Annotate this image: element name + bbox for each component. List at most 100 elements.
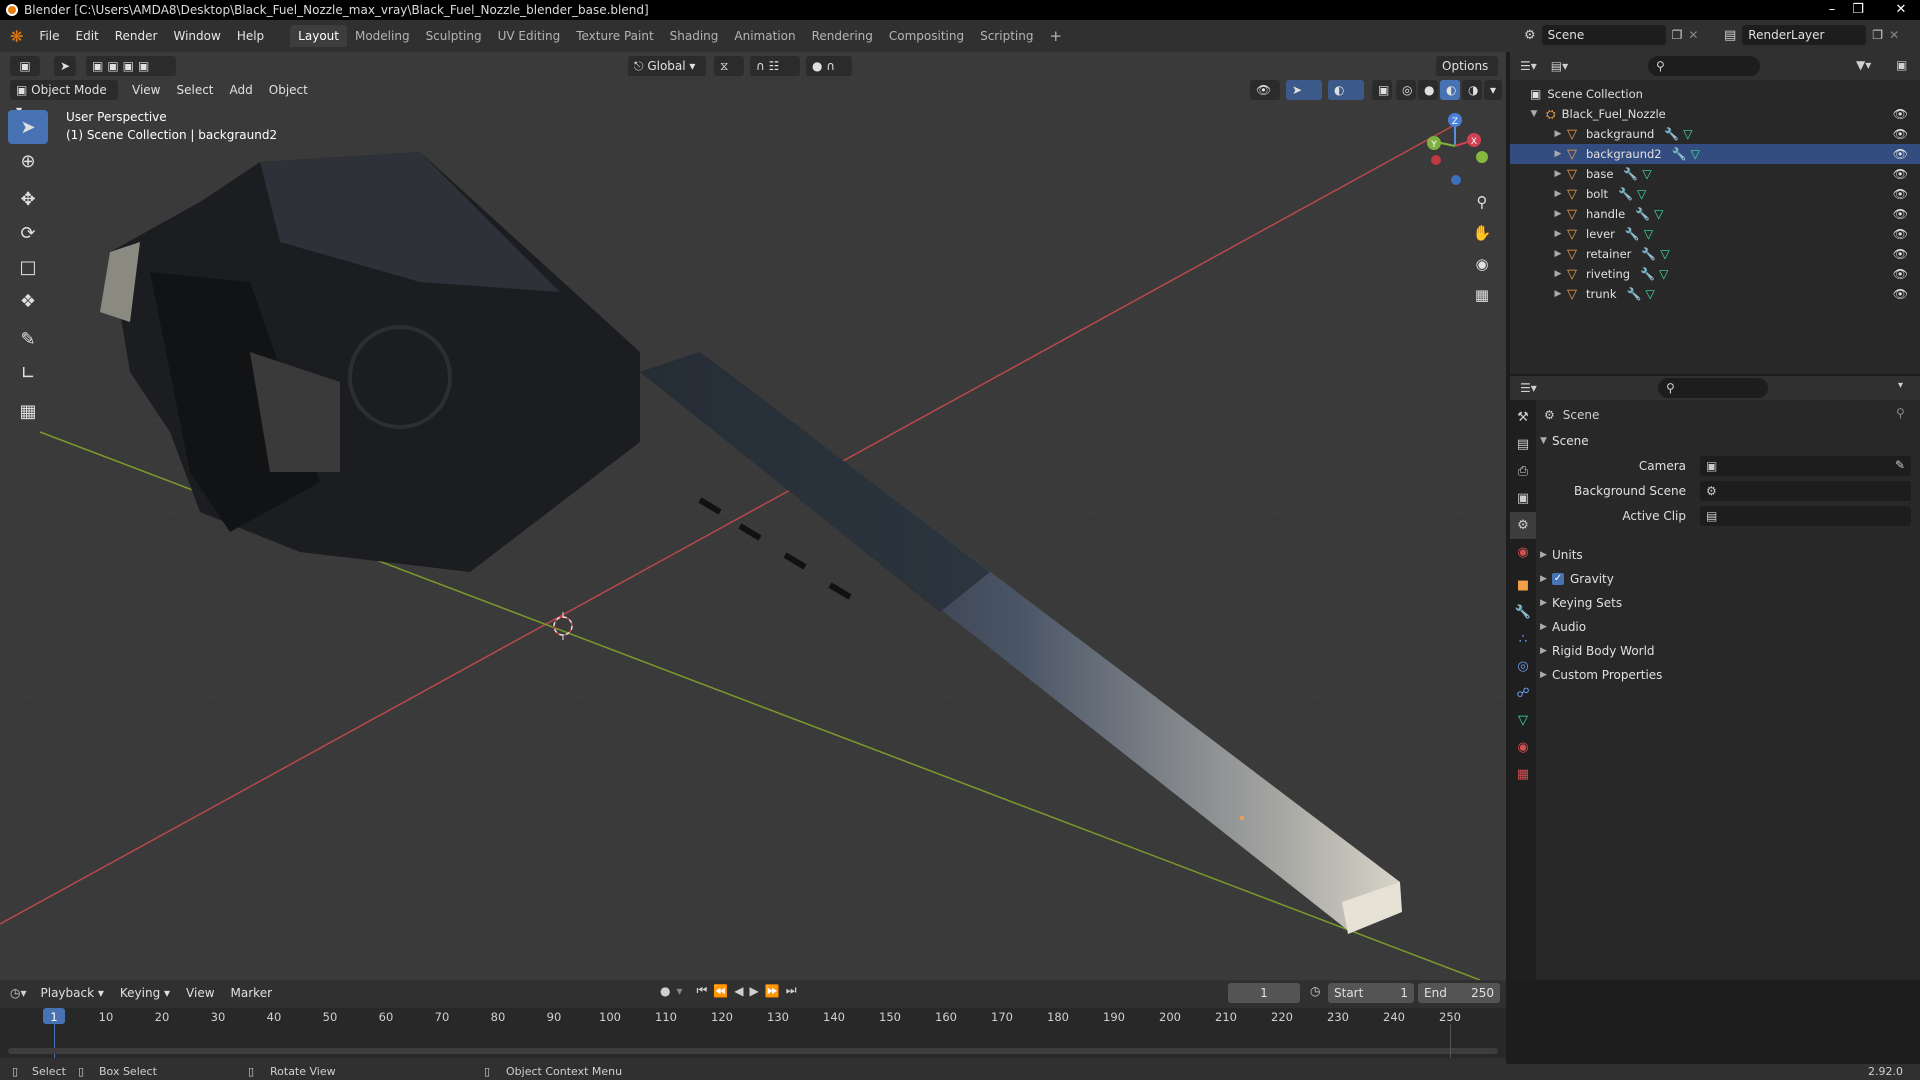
mesh-data-icon[interactable]: ▽	[1691, 147, 1700, 161]
data-tab-icon[interactable]: ▽	[1510, 707, 1536, 734]
visibility-eye-icon[interactable]: 👁	[1893, 107, 1908, 121]
rotate-tool[interactable]: ⟳	[8, 216, 48, 250]
modifier-icon[interactable]: 🔧	[1635, 207, 1650, 221]
tab-rendering[interactable]: Rendering	[804, 25, 881, 47]
menu-view[interactable]: View	[124, 83, 168, 97]
tab-scripting[interactable]: Scripting	[972, 25, 1041, 47]
add-cube-tool[interactable]: ▦	[8, 394, 48, 428]
expand-arrow-icon[interactable]: ▼	[1528, 109, 1540, 119]
expand-arrow-icon[interactable]: ▶	[1552, 209, 1564, 219]
modifier-icon[interactable]: 🔧	[1626, 287, 1641, 301]
proportional-edit-icon[interactable]: ● ∩	[806, 56, 852, 76]
expand-arrow-icon[interactable]: ▶	[1552, 129, 1564, 139]
delete-view-layer-icon[interactable]: ✕	[1889, 28, 1899, 42]
pin-icon[interactable]: ⚲	[1896, 406, 1905, 420]
tab-shading[interactable]: Shading	[662, 25, 727, 47]
texture-tab-icon[interactable]: ▦	[1510, 761, 1536, 788]
minimize-icon[interactable]: –	[1820, 0, 1844, 20]
rigid-body-world-panel-header[interactable]: ▶ Rigid Body World	[1540, 640, 1655, 662]
gizmo-neg-z[interactable]	[1451, 175, 1461, 185]
measure-tool[interactable]: ∟	[8, 356, 48, 390]
modifier-icon[interactable]: 🔧	[1640, 267, 1655, 281]
mesh-data-icon[interactable]: ▽	[1645, 287, 1654, 301]
tab-texture-paint[interactable]: Texture Paint	[568, 25, 661, 47]
transform-tool[interactable]: ❖	[8, 284, 48, 318]
select-box-tool[interactable]: ➤	[8, 110, 48, 144]
select-tool-icon[interactable]: ➤	[54, 56, 76, 76]
record-icon[interactable]: ●	[660, 984, 670, 998]
mesh-data-icon[interactable]: ▽	[1642, 167, 1651, 181]
mesh-data-icon[interactable]: ▽	[1683, 127, 1692, 141]
collection-row[interactable]: ▼ ⛭ Black_Fuel_Nozzle 👁	[1510, 104, 1920, 124]
timeline-scrollbar[interactable]	[8, 1048, 1498, 1054]
record-options-icon[interactable]: ▾	[676, 984, 682, 998]
move-tool[interactable]: ✥	[8, 182, 48, 216]
add-workspace-icon[interactable]: +	[1041, 25, 1070, 47]
current-frame-field[interactable]: 1	[1228, 983, 1300, 1003]
outliner-item[interactable]: ▶ ▽ lever 🔧 ▽ 👁	[1510, 224, 1920, 244]
shading-rendered-icon[interactable]: ◑	[1462, 80, 1482, 100]
menu-keying[interactable]: Keying ▾	[112, 986, 178, 1000]
modifier-tab-icon[interactable]: 🔧	[1510, 599, 1536, 626]
gizmo-neg-y[interactable]	[1476, 151, 1488, 163]
annotate-tool[interactable]: ✎	[8, 322, 48, 356]
outliner-item[interactable]: ▶ ▽ base 🔧 ▽ 👁	[1510, 164, 1920, 184]
constraints-tab-icon[interactable]: ☍	[1510, 680, 1536, 707]
zoom-icon[interactable]: ⚲	[1468, 188, 1496, 216]
expand-arrow-icon[interactable]: ▶	[1552, 249, 1564, 259]
visibility-eye-icon[interactable]: 👁	[1893, 227, 1908, 241]
expand-arrow-icon[interactable]: ▶	[1552, 189, 1564, 199]
cursor-tool[interactable]: ⊕	[8, 144, 48, 178]
3d-viewport[interactable]: Z X Y ▣ ➤ ▣▣▣▣ ⎋ Global ▾ ⧖ ∩ ☷ ● ∩ Opti…	[0, 52, 1506, 980]
outliner-editor-type-icon[interactable]: ☰▾	[1520, 59, 1537, 73]
visibility-eye-icon[interactable]: 👁	[1893, 147, 1908, 161]
object-tab-icon[interactable]: ■	[1510, 572, 1536, 599]
area-divider[interactable]	[1506, 980, 1510, 1064]
options-dropdown[interactable]: Options ▾	[1436, 56, 1498, 93]
selection-mode-icons[interactable]: ▣▣▣▣	[86, 56, 176, 76]
menu-object[interactable]: Object	[261, 83, 316, 97]
visibility-eye-icon[interactable]: 👁	[1893, 167, 1908, 181]
visibility-eye-icon[interactable]: 👁	[1893, 127, 1908, 141]
shading-material-icon[interactable]: ◐	[1440, 80, 1460, 100]
outliner-item[interactable]: ▶ ▽ backgraund 🔧 ▽ 👁	[1510, 124, 1920, 144]
end-frame-field[interactable]: End 250	[1418, 983, 1500, 1003]
expand-arrow-icon[interactable]: ▶	[1552, 149, 1564, 159]
shading-solid-icon[interactable]: ●	[1418, 80, 1438, 100]
keying-sets-panel-header[interactable]: ▶ Keying Sets	[1540, 592, 1622, 614]
maximize-icon[interactable]: ❐	[1846, 0, 1870, 20]
xray-toggle-icon[interactable]: ▣	[1372, 80, 1392, 100]
modifier-icon[interactable]: 🔧	[1672, 147, 1687, 161]
gravity-checkbox[interactable]: ✓	[1552, 573, 1564, 585]
menu-window[interactable]: Window	[165, 25, 228, 47]
tab-modeling[interactable]: Modeling	[347, 25, 418, 47]
expand-arrow-icon[interactable]: ▶	[1552, 169, 1564, 179]
scene-selector[interactable]: ⚙ Scene ❐ ✕	[1524, 25, 1698, 45]
particles-tab-icon[interactable]: ∴	[1510, 626, 1536, 653]
jump-keyframe-forward-icon[interactable]: ⏩	[765, 984, 780, 998]
menu-timeline-view[interactable]: View	[178, 986, 222, 1000]
units-panel-header[interactable]: ▶ Units	[1540, 544, 1583, 566]
close-window-icon[interactable]: ✕	[1884, 0, 1918, 20]
display-mode-icon[interactable]: ▤▾	[1551, 59, 1568, 73]
background-scene-field[interactable]: ⚙	[1700, 481, 1911, 501]
jump-end-icon[interactable]: ⏭	[786, 983, 797, 998]
shading-options-icon[interactable]: ▾	[1484, 80, 1502, 100]
eyedropper-icon[interactable]: ✎	[1895, 458, 1905, 472]
start-frame-field[interactable]: Start 1	[1328, 983, 1414, 1003]
transform-orientation-dropdown[interactable]: ⎋ Global ▾	[628, 56, 706, 76]
outliner-item[interactable]: ▶ ▽ handle 🔧 ▽ 👁	[1510, 204, 1920, 224]
menu-marker[interactable]: Marker	[223, 986, 280, 1000]
mesh-data-icon[interactable]: ▽	[1644, 227, 1653, 241]
overlay-toggle-icon[interactable]: ◐	[1328, 80, 1364, 100]
outliner-item-selected[interactable]: ▶ ▽ backgraund2 🔧 ▽ 👁	[1510, 144, 1920, 164]
scene-name-field[interactable]: Scene	[1541, 25, 1666, 45]
tab-uv-editing[interactable]: UV Editing	[490, 25, 569, 47]
view-layer-selector[interactable]: ▤ RenderLayer ❐ ✕	[1724, 25, 1899, 45]
mesh-data-icon[interactable]: ▽	[1654, 207, 1663, 221]
tool-tab-icon[interactable]: ⚒	[1510, 404, 1536, 431]
properties-search-input[interactable]: ⚲	[1658, 378, 1768, 398]
menu-edit[interactable]: Edit	[68, 25, 107, 47]
gizmo-neg-x[interactable]	[1431, 155, 1441, 165]
filter-icon[interactable]: ▼▾	[1856, 58, 1871, 72]
